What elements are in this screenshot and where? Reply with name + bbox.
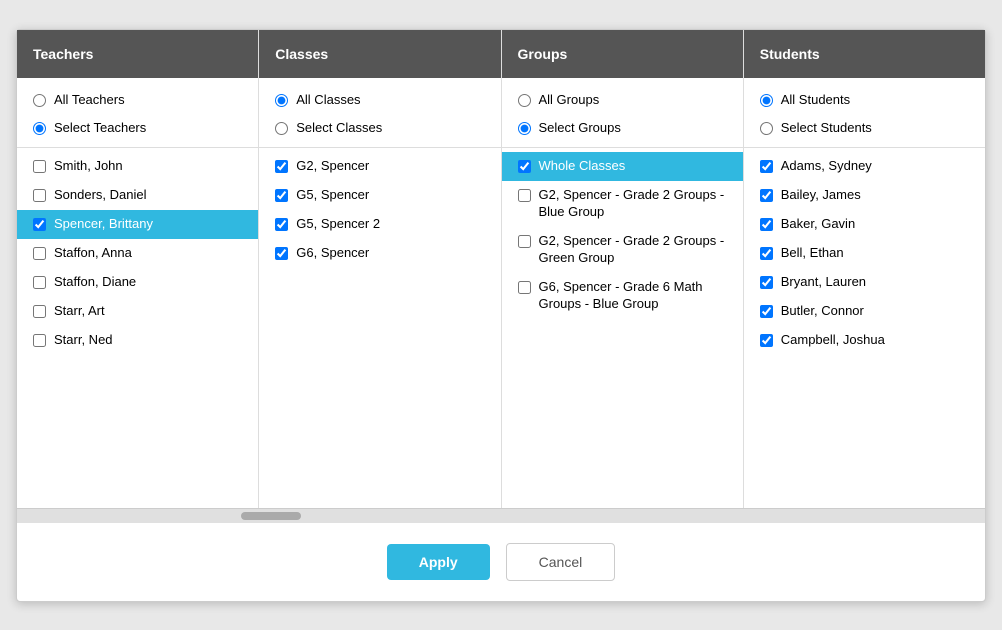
group-item-g6-blue[interactable]: G6, Spencer - Grade 6 Math Groups - Blue… (502, 273, 743, 319)
teachers-column: Teachers All Teachers Select Teachers Sm… (17, 30, 259, 508)
class-item-g5-spencer[interactable]: G5, Spencer (259, 181, 500, 210)
teachers-select-radio-row[interactable]: Select Teachers (17, 114, 258, 143)
students-select-radio[interactable] (760, 122, 773, 135)
student-item-adams[interactable]: Adams, Sydney (744, 152, 985, 181)
group-check-g2-blue[interactable] (518, 189, 531, 202)
teacher-item-smithjohn[interactable]: Smith, John (17, 152, 258, 181)
class-check-g6-spencer[interactable] (275, 247, 288, 260)
groups-all-label[interactable]: All Groups (539, 92, 600, 109)
groups-body: All Groups Select Groups Whole Classes G… (502, 78, 743, 508)
teacher-check-staffon-diane[interactable] (33, 276, 46, 289)
teacher-item-starr-ned[interactable]: Starr, Ned (17, 326, 258, 355)
group-item-g2-blue[interactable]: G2, Spencer - Grade 2 Groups - Blue Grou… (502, 181, 743, 227)
teacher-item-spencer[interactable]: Spencer, Brittany (17, 210, 258, 239)
teacher-check-sonders[interactable] (33, 189, 46, 202)
classes-select-label[interactable]: Select Classes (296, 120, 382, 137)
class-check-g5-spencer[interactable] (275, 189, 288, 202)
student-check-adams[interactable] (760, 160, 773, 173)
teachers-select-label[interactable]: Select Teachers (54, 120, 146, 137)
students-all-radio[interactable] (760, 94, 773, 107)
students-all-radio-row[interactable]: All Students (744, 86, 985, 115)
students-select-radio-row[interactable]: Select Students (744, 114, 985, 143)
teachers-all-label[interactable]: All Teachers (54, 92, 125, 109)
classes-body: All Classes Select Classes G2, Spencer G… (259, 78, 500, 508)
cancel-button[interactable]: Cancel (506, 543, 616, 581)
group-item-g2-green[interactable]: G2, Spencer - Grade 2 Groups - Green Gro… (502, 227, 743, 273)
teacher-check-starr-art[interactable] (33, 305, 46, 318)
teacher-item-staffon-diane[interactable]: Staffon, Diane (17, 268, 258, 297)
classes-column: Classes All Classes Select Classes G2, S… (259, 30, 501, 508)
scrollbar-thumb[interactable] (241, 512, 301, 520)
student-item-baker[interactable]: Baker, Gavin (744, 210, 985, 239)
class-item-g2-spencer[interactable]: G2, Spencer (259, 152, 500, 181)
class-check-g5-spencer2[interactable] (275, 218, 288, 231)
students-all-label[interactable]: All Students (781, 92, 850, 109)
classes-select-radio-row[interactable]: Select Classes (259, 114, 500, 143)
groups-all-radio-row[interactable]: All Groups (502, 86, 743, 115)
teacher-item-staffon-anna[interactable]: Staffon, Anna (17, 239, 258, 268)
group-check-g6-blue[interactable] (518, 281, 531, 294)
student-item-butler[interactable]: Butler, Connor (744, 297, 985, 326)
student-item-bailey[interactable]: Bailey, James (744, 181, 985, 210)
classes-select-radio[interactable] (275, 122, 288, 135)
teacher-item-sonders[interactable]: Sonders, Daniel (17, 181, 258, 210)
horizontal-scrollbar[interactable] (17, 509, 985, 523)
teachers-select-radio[interactable] (33, 122, 46, 135)
class-item-g6-spencer[interactable]: G6, Spencer (259, 239, 500, 268)
group-item-whole-classes[interactable]: Whole Classes (502, 152, 743, 181)
groups-select-radio-row[interactable]: Select Groups (502, 114, 743, 143)
groups-select-radio[interactable] (518, 122, 531, 135)
student-check-baker[interactable] (760, 218, 773, 231)
student-check-bailey[interactable] (760, 189, 773, 202)
teacher-item-starr-art[interactable]: Starr, Art (17, 297, 258, 326)
students-body: All Students Select Students Adams, Sydn… (744, 78, 985, 508)
class-check-g2-spencer[interactable] (275, 160, 288, 173)
students-select-label[interactable]: Select Students (781, 120, 872, 137)
teacher-check-smithjohn[interactable] (33, 160, 46, 173)
student-check-bryant[interactable] (760, 276, 773, 289)
group-check-g2-green[interactable] (518, 235, 531, 248)
teachers-body: All Teachers Select Teachers Smith, John… (17, 78, 258, 508)
student-check-butler[interactable] (760, 305, 773, 318)
class-item-g5-spencer2[interactable]: G5, Spencer 2 (259, 210, 500, 239)
student-item-bell[interactable]: Bell, Ethan (744, 239, 985, 268)
classes-all-radio-row[interactable]: All Classes (259, 86, 500, 115)
groups-all-radio[interactable] (518, 94, 531, 107)
dialog-footer: Apply Cancel (17, 523, 985, 601)
teachers-header: Teachers (17, 30, 258, 78)
teachers-all-radio[interactable] (33, 94, 46, 107)
student-item-bryant[interactable]: Bryant, Lauren (744, 268, 985, 297)
teachers-all-radio-row[interactable]: All Teachers (17, 86, 258, 115)
dialog: Teachers All Teachers Select Teachers Sm… (16, 29, 986, 602)
teacher-check-starr-ned[interactable] (33, 334, 46, 347)
teacher-check-staffon-anna[interactable] (33, 247, 46, 260)
student-check-bell[interactable] (760, 247, 773, 260)
groups-select-label[interactable]: Select Groups (539, 120, 621, 137)
classes-header: Classes (259, 30, 500, 78)
students-column: Students All Students Select Students Ad… (744, 30, 985, 508)
student-item-campbell[interactable]: Campbell, Joshua (744, 326, 985, 355)
group-check-whole-classes[interactable] (518, 160, 531, 173)
filter-table: Teachers All Teachers Select Teachers Sm… (17, 30, 985, 509)
apply-button[interactable]: Apply (387, 544, 490, 580)
teacher-check-spencer[interactable] (33, 218, 46, 231)
students-header: Students (744, 30, 985, 78)
groups-header: Groups (502, 30, 743, 78)
student-check-campbell[interactable] (760, 334, 773, 347)
classes-all-label[interactable]: All Classes (296, 92, 360, 109)
classes-all-radio[interactable] (275, 94, 288, 107)
groups-column: Groups All Groups Select Groups Whole Cl… (502, 30, 744, 508)
